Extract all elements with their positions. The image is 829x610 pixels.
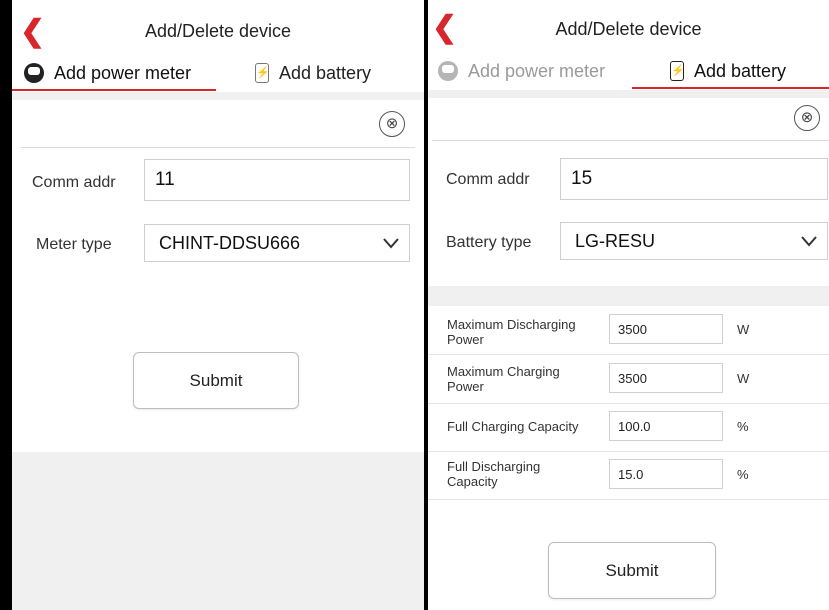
page-title: Add/Delete device [555,19,702,39]
divider [21,147,415,148]
comm-addr-input[interactable]: 15 [560,158,828,200]
param-label: Full Discharging Capacity [447,459,541,489]
divider-gap [12,92,424,100]
max-charging-power-input[interactable]: 3500 [609,363,723,393]
power-meter-icon [438,61,458,81]
divider-gap [428,90,829,98]
param-row-max-discharging-power: Maximum Discharging Power 3500 W [428,306,829,355]
tab-add-battery[interactable]: ⚡ Add battery [255,56,371,90]
battery-type-label: Battery type [446,234,532,251]
page-title: Add/Delete device [144,21,292,41]
title-bar: ❮ Add/Delete device [428,0,829,60]
empty-area [12,452,424,610]
battery-icon: ⚡ [255,63,270,83]
param-label: Maximum Discharging Power [447,317,576,347]
battery-panel: ❮ Add/Delete device Add power meter ⚡ Ad… [428,0,829,610]
meter-type-select[interactable]: CHINT-DDSU666 [144,224,410,262]
comm-addr-label: Comm addr [32,174,116,191]
battery-icon: ⚡ [670,61,685,81]
chevron-down-icon [383,238,399,249]
divider-gap [428,286,829,306]
submit-button[interactable]: Submit [133,352,299,409]
battery-type-select[interactable]: LG-RESU [560,222,828,260]
tab-label: Add power meter [468,60,606,81]
meter-type-label: Meter type [36,236,112,253]
param-label: Maximum Charging Power [447,364,560,394]
param-label: Full Charging Capacity [447,419,579,434]
comm-addr-input[interactable]: 11 [144,159,410,201]
tab-bar: Add power meter ⚡ Add battery [428,56,829,92]
battery-type-value: LG-RESU [575,230,656,251]
param-row-max-charging-power: Maximum Charging Power 3500 W [428,355,829,404]
close-circle-icon[interactable]: ⊗ [794,105,820,131]
tab-label: Add battery [279,62,372,83]
max-discharging-power-input[interactable]: 3500 [609,314,723,344]
chevron-down-icon [801,236,817,247]
tab-bar: Add power meter ⚡ Add battery [12,56,424,92]
power-meter-panel: ❮ Add/Delete device Add power meter ⚡ Ad… [12,0,424,610]
divider [432,140,829,141]
tab-add-power-meter[interactable]: Add power meter [24,56,191,90]
tab-add-battery[interactable]: ⚡ Add battery [670,54,786,88]
full-charging-capacity-input[interactable]: 100.0 [609,411,723,441]
comm-addr-label: Comm addr [446,171,530,188]
param-unit: W [737,322,750,337]
param-row-full-discharging-capacity: Full Discharging Capacity 15.0 % [428,451,829,500]
active-tab-underline [632,87,829,89]
tab-add-power-meter[interactable]: Add power meter [438,54,605,88]
param-unit: % [737,467,749,482]
param-row-full-charging-capacity: Full Charging Capacity 100.0 % [428,403,829,452]
param-unit: % [737,419,749,434]
submit-button[interactable]: Submit [548,542,716,599]
close-circle-icon[interactable]: ⊗ [379,111,405,137]
title-bar: ❮ Add/Delete device [12,0,424,60]
power-meter-icon [24,63,44,83]
full-discharging-capacity-input[interactable]: 15.0 [609,459,723,489]
tab-label: Add power meter [54,62,192,83]
active-tab-underline [12,89,216,91]
tab-label: Add battery [694,60,787,81]
param-unit: W [737,371,750,386]
meter-type-value: CHINT-DDSU666 [159,232,301,253]
